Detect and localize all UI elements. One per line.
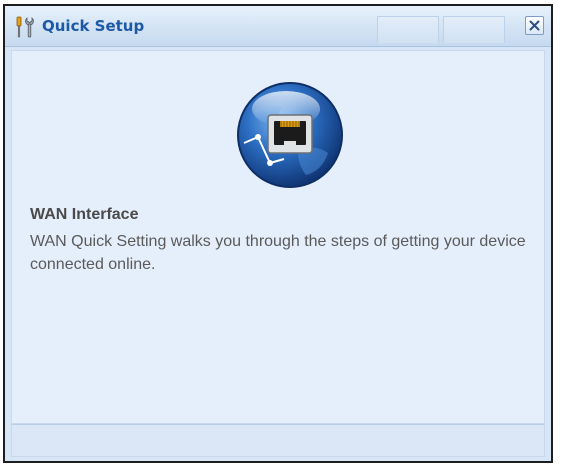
titlebar-decoration (443, 16, 505, 43)
dialog-footer (11, 424, 545, 457)
close-button[interactable] (525, 16, 544, 35)
dialog-content: WAN Interface WAN Quick Setting walks yo… (11, 50, 545, 424)
tools-icon (14, 15, 36, 39)
ethernet-globe-icon (236, 81, 344, 189)
wan-interface-heading: WAN Interface (30, 206, 139, 223)
titlebar-decoration (377, 16, 439, 43)
quick-setup-dialog: Quick Setup WAN Interface WAN Quick Sett… (3, 4, 553, 463)
dialog-titlebar[interactable]: Quick Setup (5, 6, 551, 47)
dialog-title: Quick Setup (42, 17, 145, 35)
close-icon (529, 20, 540, 31)
wan-description: WAN Quick Setting walks you through the … (30, 233, 526, 273)
